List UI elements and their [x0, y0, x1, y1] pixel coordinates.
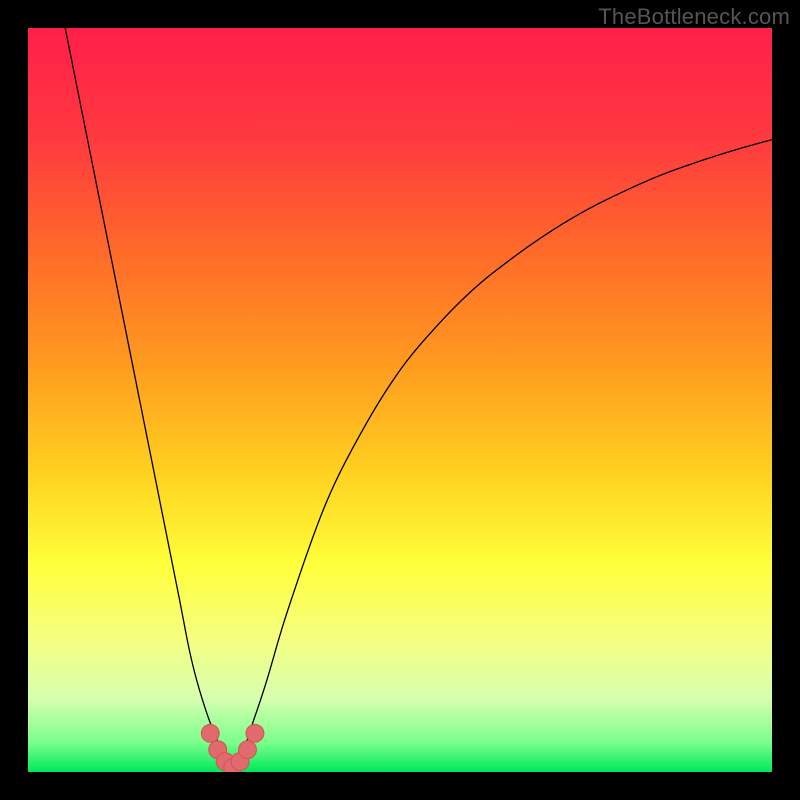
chart-svg	[28, 28, 772, 772]
optimum-marker	[201, 724, 219, 742]
attribution-text: TheBottleneck.com	[598, 4, 790, 30]
optimum-markers	[201, 724, 263, 772]
bottleneck-curve	[65, 28, 772, 772]
optimum-marker	[246, 724, 264, 742]
optimum-marker	[239, 741, 257, 759]
plot-area	[28, 28, 772, 772]
chart-frame: TheBottleneck.com	[0, 0, 800, 800]
